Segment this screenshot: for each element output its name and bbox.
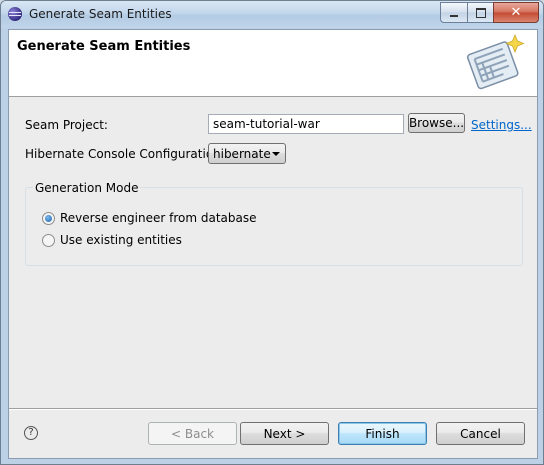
window-controls: ✕ xyxy=(440,2,539,23)
radio-label: Use existing entities xyxy=(60,233,182,247)
maximize-icon xyxy=(475,7,486,18)
help-icon[interactable]: ? xyxy=(24,426,38,440)
seam-wizard-icon xyxy=(466,33,525,90)
dialog-client-area: Generate Seam Entities Seam Project: Bro… xyxy=(8,29,538,459)
generation-mode-legend: Generation Mode xyxy=(33,181,141,195)
eclipse-app-icon xyxy=(8,7,22,21)
hibernate-config-value: hibernate xyxy=(213,147,271,161)
radio-existing-entities[interactable]: Use existing entities xyxy=(42,233,182,247)
maximize-button[interactable] xyxy=(467,2,493,23)
minimize-button[interactable] xyxy=(440,2,467,23)
title-bar[interactable]: Generate Seam Entities ✕ xyxy=(1,1,543,28)
back-button[interactable]: < Back xyxy=(148,422,237,445)
next-button[interactable]: Next > xyxy=(240,422,329,445)
window-title: Generate Seam Entities xyxy=(29,7,172,21)
dialog-window: Generate Seam Entities ✕ Generate Seam E… xyxy=(0,0,544,465)
seam-project-input[interactable] xyxy=(208,114,404,134)
browse-button[interactable]: Browse... xyxy=(408,113,465,133)
radio-reverse-engineer[interactable]: Reverse engineer from database xyxy=(42,211,256,225)
cancel-button[interactable]: Cancel xyxy=(436,422,525,445)
generation-mode-group xyxy=(25,187,523,266)
radio-checked-icon[interactable] xyxy=(42,211,55,225)
close-icon: ✕ xyxy=(510,5,522,20)
radio-label: Reverse engineer from database xyxy=(60,211,257,225)
hibernate-config-select[interactable]: hibernate xyxy=(208,143,286,164)
wizard-header: Generate Seam Entities xyxy=(9,30,537,97)
settings-link[interactable]: Settings... xyxy=(471,118,532,132)
minimize-icon xyxy=(450,14,458,17)
seam-project-label: Seam Project: xyxy=(25,118,108,132)
chevron-down-icon xyxy=(272,152,280,156)
footer-separator xyxy=(9,408,537,410)
finish-button[interactable]: Finish xyxy=(338,422,427,445)
radio-unchecked-icon[interactable] xyxy=(42,233,55,247)
wizard-title: Generate Seam Entities xyxy=(17,39,191,54)
close-button[interactable]: ✕ xyxy=(493,2,539,23)
hibernate-config-label: Hibernate Console Configuration: xyxy=(25,147,225,161)
